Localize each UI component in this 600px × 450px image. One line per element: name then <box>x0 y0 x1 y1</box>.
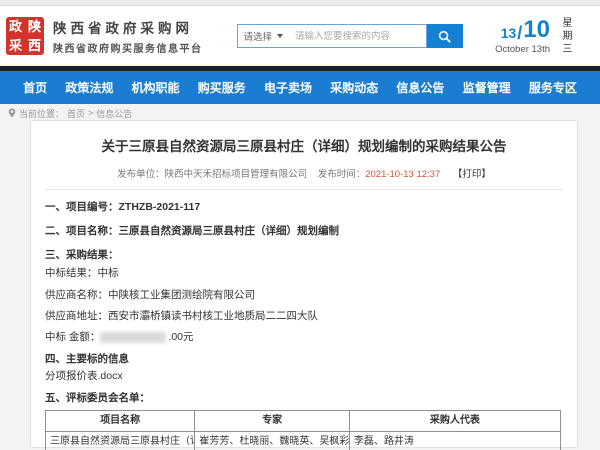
announcement-content: 一、项目编号：ZTHZB-2021-117 二、项目名称：三原县自然资源局三原县… <box>45 201 563 450</box>
nav-item-policies[interactable]: 政策法规 <box>65 79 113 96</box>
divider <box>45 189 563 190</box>
breadcrumb-label: 当前位置： <box>19 107 64 120</box>
supplier-address-line: 供应商地址：西安市灞桥镇读书村核工业地质局二二四大队 <box>45 310 563 322</box>
section-procurement-result: 三、采购结果： <box>45 249 563 261</box>
cell-purchaser-reps: 李磊、路井涛 <box>349 432 560 450</box>
print-button[interactable]: 【打印】 <box>453 169 491 180</box>
site-subtitle: 陕西省政府购买服务信息平台 <box>53 40 203 55</box>
site-header: 政 陕 采 西 陕西省政府采购网 陕西省政府购买服务信息平台 请选择 13 / <box>0 6 600 66</box>
search-category-select[interactable]: 请选择 <box>238 29 290 43</box>
nav-item-purchase-services[interactable]: 购买服务 <box>198 79 246 96</box>
location-pin-icon <box>8 108 16 118</box>
search-input[interactable] <box>289 31 425 42</box>
section-project-name: 二、项目名称：三原县自然资源局三原县村庄（详细）规划编制 <box>45 225 563 237</box>
chevron-down-icon <box>277 34 283 38</box>
publish-time-value: 2021-10-13 12:37 <box>365 169 440 180</box>
nav-item-procurement-news[interactable]: 采购动态 <box>330 79 378 96</box>
search-box: 请选择 <box>237 24 463 48</box>
date-text: October 13th <box>495 44 550 55</box>
bid-amount-line: 中标 金额： .00元 <box>45 331 563 343</box>
announcement-card: 关于三原县自然资源局三原县村庄（详细）规划编制的采购结果公告 发布单位：陕西中天… <box>30 120 578 448</box>
publish-time-label: 发布时间： <box>318 169 366 180</box>
date-block: 13 / 10 October 13th 星期三 <box>495 17 590 56</box>
weekday-label: 星期三 <box>560 17 570 56</box>
breadcrumb-separator: > <box>88 108 93 118</box>
section-project-number: 一、项目编号：ZTHZB-2021-117 <box>45 201 563 213</box>
breadcrumb-home-link[interactable]: 首页 <box>67 107 85 120</box>
date-slash: / <box>517 24 522 42</box>
col-header-experts: 专家 <box>195 411 350 432</box>
date-day: 13 <box>501 26 517 42</box>
section-committee-list: 五、评标委员会名单： <box>45 392 563 404</box>
section-main-subject-info: 四、主要标的信息 <box>45 353 563 365</box>
supplier-name-line: 供应商名称：中陕核工业集团测绘院有限公司 <box>45 289 563 301</box>
nav-item-announcements[interactable]: 信息公告 <box>396 79 444 96</box>
main-nav: 首页 政策法规 机构职能 购买服务 电子卖场 采购动态 信息公告 监督管理 服务… <box>0 71 600 104</box>
table-header-row: 项目名称 专家 采购人代表 <box>46 411 561 432</box>
committee-table: 项目名称 专家 采购人代表 三原县自然资源局三原县村庄（详细）规划编制 崔芳芳、… <box>45 410 561 450</box>
publish-info-line: 发布单位：陕西中天禾招标项目管理有限公司 发布时间：2021-10-13 12:… <box>45 166 563 180</box>
nav-item-home[interactable]: 首页 <box>23 79 47 96</box>
site-titles: 陕西省政府采购网 陕西省政府购买服务信息平台 <box>53 17 203 55</box>
cell-project-name: 三原县自然资源局三原县村庄（详细）规划编制 <box>46 432 195 450</box>
site-name: 陕西省政府采购网 <box>53 17 203 37</box>
page-title: 关于三原县自然资源局三原县村庄（详细）规划编制的采购结果公告 <box>45 135 563 155</box>
nav-item-functions[interactable]: 机构职能 <box>132 79 180 96</box>
nav-item-e-marketplace[interactable]: 电子卖场 <box>264 79 312 96</box>
logo-char: 采 <box>6 39 25 52</box>
nav-item-supervision[interactable]: 监督管理 <box>463 79 511 96</box>
breadcrumb-current-link[interactable]: 信息公告 <box>96 107 132 120</box>
bid-amount-suffix: .00元 <box>168 331 193 343</box>
search-icon <box>438 30 451 43</box>
attachment-link[interactable]: 分项报价表.docx <box>45 370 563 382</box>
logo-char: 政 <box>6 20 25 33</box>
col-header-purchaser-reps: 采购人代表 <box>349 411 560 432</box>
search-button[interactable] <box>427 24 463 48</box>
search-select-label: 请选择 <box>244 29 273 43</box>
publisher-label: 发布单位： <box>117 169 165 180</box>
date-month: 10 <box>523 18 550 42</box>
col-header-project-name: 项目名称 <box>46 411 195 432</box>
breadcrumb: 当前位置： 首页 > 信息公告 <box>0 104 600 120</box>
publisher-value: 陕西中天禾招标项目管理有限公司 <box>165 169 308 180</box>
table-row: 三原县自然资源局三原县村庄（详细）规划编制 崔芳芳、杜晓丽、魏晓英、吴枫彩、余杨… <box>46 432 561 450</box>
redacted-amount <box>100 332 166 343</box>
search-frame: 请选择 <box>237 24 427 48</box>
nav-item-service-zone[interactable]: 服务专区 <box>529 79 577 96</box>
bid-result-line: 中标结果：中标 <box>45 267 563 279</box>
bid-amount-label: 中标 金额： <box>45 331 100 343</box>
cell-experts: 崔芳芳、杜晓丽、魏晓英、吴枫彩、余杨文 <box>195 432 350 450</box>
logo-char: 西 <box>25 39 44 52</box>
date-numeric: 13 / 10 <box>495 18 550 42</box>
site-logo: 政 陕 采 西 <box>6 17 44 55</box>
logo-char: 陕 <box>25 20 44 33</box>
